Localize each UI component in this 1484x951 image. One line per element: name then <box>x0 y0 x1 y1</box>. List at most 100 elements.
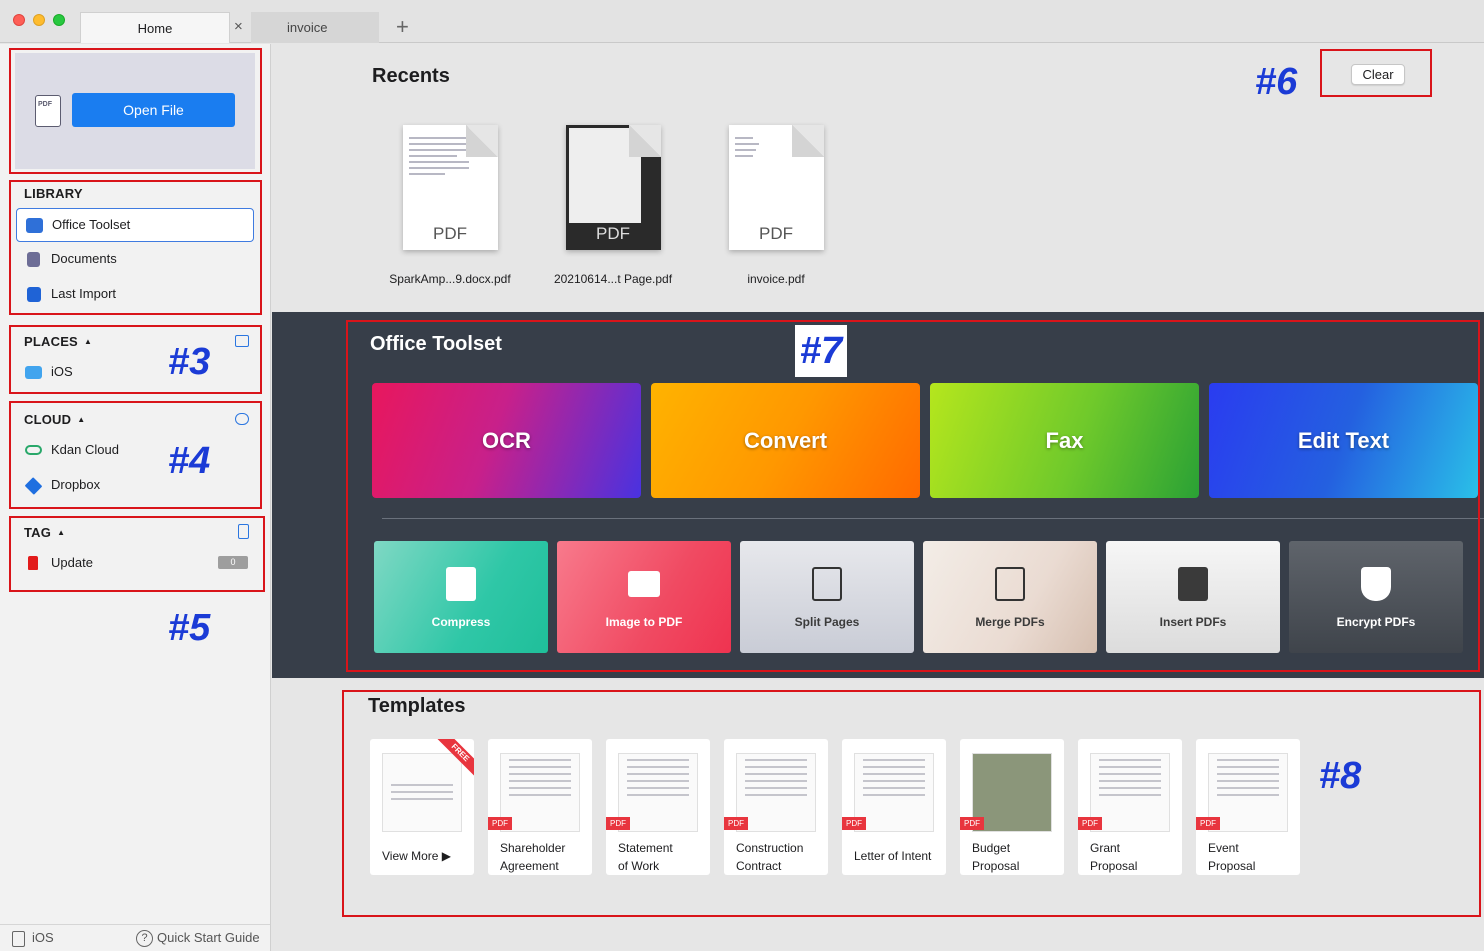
templates-title: Templates <box>368 695 466 717</box>
pdf-badge: PDF <box>1078 817 1102 830</box>
template-thumbnail <box>618 753 698 832</box>
template-name: Budget Proposal <box>972 841 1020 873</box>
folder-icon <box>25 366 42 379</box>
clear-recents-button[interactable]: Clear <box>1351 64 1405 85</box>
open-file-panel: PDF Open File <box>15 53 255 169</box>
tag-icon <box>28 556 38 570</box>
close-tab-icon[interactable]: × <box>234 18 243 36</box>
close-window-button[interactable] <box>13 14 25 26</box>
device-icon <box>12 931 25 947</box>
recent-file[interactable]: PDF 20210614...t Page.pdf <box>533 125 693 286</box>
zoom-window-button[interactable] <box>53 14 65 26</box>
template-name: Letter of Intent <box>854 849 932 863</box>
cloud-heading[interactable]: CLOUD ▲ <box>24 412 85 427</box>
sidebar-footer: iOS ? Quick Start Guide <box>0 924 270 951</box>
add-folder-icon[interactable] <box>235 335 249 347</box>
template-view-more[interactable]: FREE View More ▶ <box>370 739 474 875</box>
main-content: Recents #6 Clear PDF SparkAmp...9.docx.p… <box>272 44 1484 951</box>
title-bar: Home × invoice + <box>0 0 1484 43</box>
template-card[interactable]: PDF Construction Contract <box>724 739 828 875</box>
template-card[interactable]: PDF Budget Proposal <box>960 739 1064 875</box>
import-icon <box>27 287 41 302</box>
file-thumbnail: PDF <box>565 125 661 250</box>
sidebar: PDF Open File LIBRARY Office Toolset Doc… <box>0 44 313 951</box>
recent-file[interactable]: PDF SparkAmp...9.docx.pdf <box>370 125 530 286</box>
annotation-label-7: #7 <box>795 325 847 377</box>
sidebar-item-office-toolset[interactable]: Office Toolset <box>16 208 254 242</box>
file-thumbnail: PDF <box>402 125 498 250</box>
recent-file[interactable]: PDF invoice.pdf <box>696 125 856 286</box>
sidebar-item-label: Dropbox <box>51 477 101 492</box>
template-card[interactable]: PDF Grant Proposal <box>1078 739 1182 875</box>
template-thumbnail <box>500 753 580 832</box>
recents-title: Recents <box>372 65 450 87</box>
template-name: Grant Proposal <box>1090 841 1138 873</box>
places-heading[interactable]: PLACES ▲ <box>24 334 92 349</box>
pdf-badge: PDF <box>842 817 866 830</box>
annotation-label-4: #4 <box>168 440 211 482</box>
template-thumbnail <box>736 753 816 832</box>
sidebar-item-ios[interactable]: iOS <box>16 356 254 390</box>
tag-count-badge: 0 <box>218 556 248 569</box>
tab-invoice[interactable]: invoice <box>251 12 379 43</box>
recent-file-name: invoice.pdf <box>747 272 805 286</box>
template-name: Statement of Work <box>618 841 673 873</box>
sidebar-item-last-import[interactable]: Last Import <box>16 278 254 312</box>
template-card[interactable]: PDF Shareholder Agreement <box>488 739 592 875</box>
sidebar-item-label: Last Import <box>51 286 117 301</box>
minimize-window-button[interactable] <box>33 14 45 26</box>
new-tab-button[interactable]: + <box>396 14 409 40</box>
quick-start-guide-link[interactable]: ? Quick Start Guide <box>136 930 260 947</box>
tag-heading[interactable]: TAG ▲ <box>24 525 65 540</box>
template-thumbnail <box>972 753 1052 832</box>
sidebar-item-label: Office Toolset <box>52 217 131 232</box>
sidebar-item-label: Documents <box>51 251 117 266</box>
sidebar-item-label: Update <box>51 555 93 570</box>
toolbox-icon <box>26 218 43 233</box>
template-card[interactable]: PDF Event Proposal <box>1196 739 1300 875</box>
sidebar-item-documents[interactable]: Documents <box>16 243 254 277</box>
template-placeholder <box>382 753 462 832</box>
library-heading: LIBRARY <box>24 186 83 201</box>
caret-up-icon: ▲ <box>83 337 93 346</box>
sidebar-item-dropbox[interactable]: Dropbox <box>16 469 254 503</box>
template-card[interactable]: PDF Statement of Work <box>606 739 710 875</box>
pdf-badge: PDF <box>488 817 512 830</box>
recent-file-name: SparkAmp...9.docx.pdf <box>389 272 511 286</box>
annotation-label-8: #8 <box>1319 755 1362 797</box>
add-tag-icon[interactable] <box>238 524 249 539</box>
pdf-file-icon: PDF <box>35 95 61 127</box>
pdf-badge: PDF <box>1196 817 1220 830</box>
template-card[interactable]: PDF Letter of Intent <box>842 739 946 875</box>
kdan-cloud-icon <box>25 445 42 455</box>
sidebar-item-label: iOS <box>51 364 73 379</box>
pdf-badge: PDF <box>960 817 984 830</box>
sidebar-item-label: Kdan Cloud <box>51 442 119 457</box>
caret-up-icon: ▲ <box>77 415 86 424</box>
ios-footer-button[interactable]: iOS <box>12 930 54 947</box>
caret-up-icon: ▲ <box>57 528 66 537</box>
dropbox-icon <box>24 477 43 495</box>
file-thumbnail: PDF <box>728 125 824 250</box>
tab-home[interactable]: Home <box>80 12 230 43</box>
sidebar-item-kdan-cloud[interactable]: Kdan Cloud <box>16 434 254 468</box>
template-name: View More ▶ <box>382 849 452 863</box>
template-thumbnail <box>1208 753 1288 832</box>
template-thumbnail <box>1090 753 1170 832</box>
pdf-badge: PDF <box>606 817 630 830</box>
sidebar-item-update[interactable]: Update 0 <box>16 547 254 581</box>
annotation-label-6: #6 <box>1255 61 1298 103</box>
template-thumbnail <box>854 753 934 832</box>
open-file-button[interactable]: Open File <box>72 93 235 127</box>
template-name: Shareholder Agreement <box>500 841 566 873</box>
documents-icon <box>27 252 40 267</box>
help-icon: ? <box>136 930 153 947</box>
annotation-box-7 <box>346 320 1480 672</box>
template-name: Event Proposal <box>1208 841 1256 873</box>
add-cloud-icon[interactable] <box>235 413 249 425</box>
pdf-badge: PDF <box>724 817 748 830</box>
recent-file-name: 20210614...t Page.pdf <box>553 272 673 286</box>
annotation-label-5: #5 <box>168 607 211 649</box>
annotation-label-3: #3 <box>168 341 211 383</box>
template-name: Construction Contract <box>736 841 804 873</box>
